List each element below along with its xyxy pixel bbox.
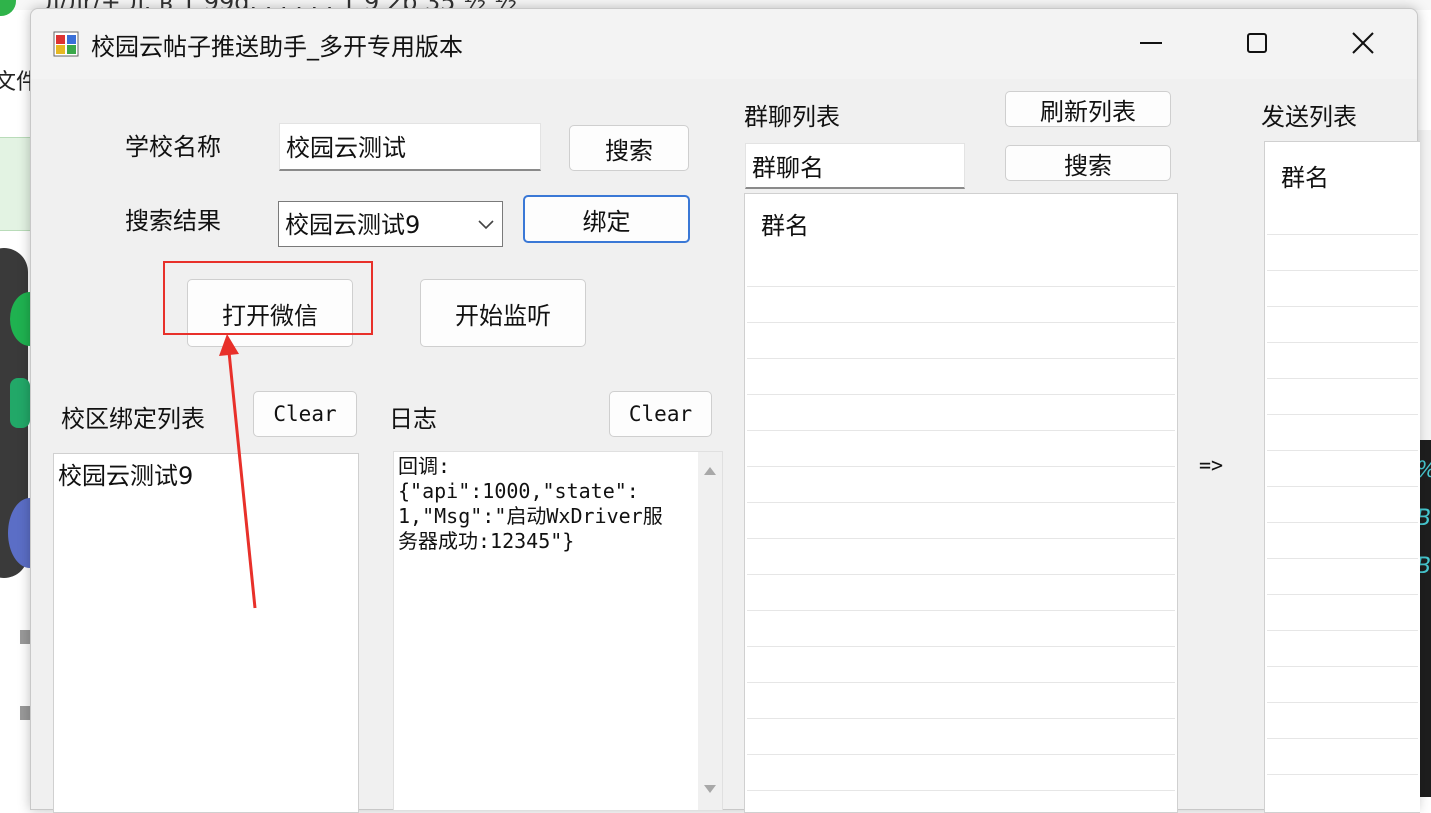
annotation-arrow-icon (219, 334, 257, 609)
